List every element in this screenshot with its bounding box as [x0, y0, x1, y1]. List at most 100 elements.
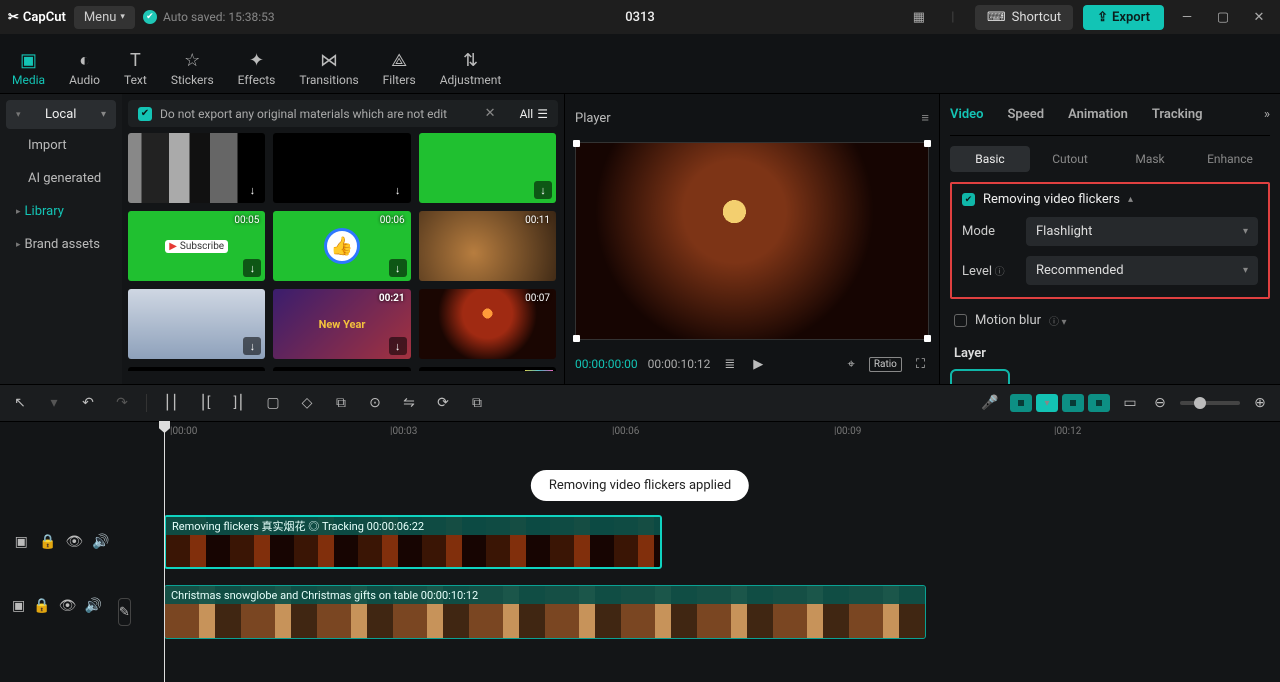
motion-checkbox[interactable]	[954, 314, 967, 327]
split-left-tool[interactable]: ⎮[	[195, 395, 215, 411]
flicker-checkbox[interactable]: ✔	[962, 193, 975, 206]
focus-icon[interactable]: ⌖	[844, 357, 859, 372]
download-icon[interactable]: ↓	[243, 259, 261, 277]
media-thumb[interactable]: 00:05Subscribe↓	[128, 211, 265, 281]
media-thumb[interactable]: 00:21New Year↓	[273, 289, 410, 359]
media-thumb[interactable]: ↓	[128, 133, 265, 203]
track-expand-icon[interactable]: ▣	[12, 598, 25, 626]
filter-all[interactable]: All ☰	[512, 107, 548, 121]
sidebar-item-library[interactable]: ▸Library	[6, 195, 116, 228]
magnet-4[interactable]	[1088, 394, 1110, 412]
subtab-basic[interactable]: Basic	[950, 146, 1030, 172]
tab-text[interactable]: TText	[124, 49, 147, 93]
tab-audio[interactable]: ◐Audio	[69, 49, 100, 93]
track-eye-icon[interactable]: 👁	[59, 598, 77, 626]
layout-icon[interactable]: ▦	[907, 10, 931, 25]
layer-chip[interactable]: 1	[950, 369, 1010, 384]
resize-handle[interactable]	[573, 335, 580, 342]
tab-transitions[interactable]: ⋈Transitions	[299, 49, 358, 93]
media-thumb[interactable]: 00:06👍↓	[273, 211, 410, 281]
player-menu-icon[interactable]: ≡	[921, 110, 929, 126]
tab-media[interactable]: ▣Media	[12, 49, 45, 93]
shortcut-button[interactable]: ⌨ Shortcut	[975, 5, 1073, 30]
minimize-button[interactable]: —	[1174, 10, 1200, 25]
zoom-out-icon[interactable]: ⊖	[1150, 395, 1170, 411]
playhead[interactable]	[164, 422, 165, 682]
zoom-in-icon[interactable]: ⊕	[1250, 395, 1270, 411]
clip-christmas[interactable]: Christmas snowglobe and Christmas gifts …	[164, 585, 926, 639]
resize-handle[interactable]	[924, 140, 931, 147]
download-icon[interactable]: ↓	[389, 337, 407, 355]
media-thumb[interactable]: 00:28	[128, 367, 265, 371]
magnet-2[interactable]	[1036, 394, 1058, 412]
download-icon[interactable]: ↓	[243, 181, 261, 199]
marker-tool[interactable]: ◇	[297, 395, 317, 411]
collapse-icon[interactable]: ▴	[1128, 194, 1133, 205]
media-thumb[interactable]: 00:11	[419, 211, 556, 281]
track-mute-icon[interactable]: 🔊	[92, 534, 111, 550]
cursor-tool[interactable]: ↖	[10, 395, 30, 411]
subtab-mask[interactable]: Mask	[1110, 146, 1190, 172]
media-thumb[interactable]: 00:04	[273, 367, 410, 371]
level-select[interactable]: Recommended	[1026, 256, 1258, 285]
split-right-tool[interactable]: ]⎮	[229, 395, 249, 411]
redo-button[interactable]: ↷	[112, 395, 132, 411]
preview-mode-icon[interactable]: ▭	[1120, 395, 1140, 411]
magnet-1[interactable]	[1010, 394, 1032, 412]
mic-icon[interactable]: 🎤	[980, 395, 1000, 411]
magnet-3[interactable]	[1062, 394, 1084, 412]
download-icon[interactable]: ↓	[243, 337, 261, 355]
notice-close[interactable]: ✕	[477, 106, 504, 121]
track-eye-icon[interactable]: 👁	[65, 534, 84, 550]
subtab-cutout[interactable]: Cutout	[1030, 146, 1110, 172]
list-icon[interactable]: ≣	[720, 357, 739, 372]
prop-tab-video[interactable]: Video	[950, 107, 984, 122]
time-ruler[interactable]: |00:00|00:03|00:06|00:09|00:12	[0, 422, 1280, 444]
track-expand-icon[interactable]: ▣	[12, 534, 31, 550]
sidebar-item-local[interactable]: ▾Local	[6, 100, 116, 129]
sidebar-item-brand[interactable]: ▸Brand assets	[6, 228, 116, 261]
track-lock-icon[interactable]: 🔒	[39, 534, 58, 550]
fullscreen-icon[interactable]: ⛶	[912, 357, 929, 372]
resize-handle[interactable]	[573, 140, 580, 147]
prop-tab-animation[interactable]: Animation	[1068, 107, 1128, 122]
prop-tab-speed[interactable]: Speed	[1008, 107, 1045, 122]
ratio-button[interactable]: Ratio	[869, 357, 902, 372]
sidebar-item-import[interactable]: Import	[6, 129, 116, 162]
media-thumb[interactable]: 00:07	[419, 289, 556, 359]
more-tabs-icon[interactable]: »	[1264, 107, 1270, 122]
cursor-dropdown[interactable]: ▾	[44, 395, 64, 411]
track-mute-icon[interactable]: 🔊	[84, 598, 101, 626]
track-lock-icon[interactable]: 🔒	[33, 598, 50, 626]
speed-tool[interactable]: ⊙	[365, 395, 385, 411]
mirror-tool[interactable]: ⇋	[399, 395, 419, 411]
undo-button[interactable]: ↶	[78, 395, 98, 411]
play-button[interactable]: ▶	[749, 357, 767, 372]
prop-tab-tracking[interactable]: Tracking	[1152, 107, 1203, 122]
track-edit-icon[interactable]: ✎	[118, 598, 131, 626]
clip-flickers[interactable]: Removing flickers 真实烟花 ◎ Tracking 00:00:…	[164, 515, 662, 569]
download-icon[interactable]: ↓	[389, 259, 407, 277]
motion-blur-row[interactable]: Motion blurⓘ ▾	[950, 307, 1270, 334]
tab-stickers[interactable]: ☆Stickers	[171, 49, 214, 93]
timeline[interactable]: |00:00|00:03|00:06|00:09|00:12 Removing …	[0, 422, 1280, 682]
crop-tool[interactable]: ▢	[263, 395, 283, 411]
media-thumb[interactable]: ↓	[273, 133, 410, 203]
download-icon[interactable]: ↓	[534, 181, 552, 199]
tab-filters[interactable]: ⟁Filters	[383, 49, 416, 93]
export-button[interactable]: ⇪ Export	[1083, 5, 1164, 30]
rotate-tool[interactable]: ⟳	[433, 395, 453, 411]
split-tool[interactable]: ⎮⎮	[161, 395, 181, 411]
menu-button[interactable]: Menu	[74, 6, 135, 29]
maximize-button[interactable]: ▢	[1210, 10, 1236, 25]
resize-handle[interactable]	[924, 335, 931, 342]
zoom-slider[interactable]	[1180, 401, 1240, 405]
media-thumb[interactable]: 00:01	[419, 367, 556, 371]
frames-tool[interactable]: ⧉	[331, 395, 351, 411]
mode-select[interactable]: Flashlight	[1026, 217, 1258, 246]
crop2-tool[interactable]: ⧉	[467, 395, 487, 411]
tab-adjustment[interactable]: ⇅Adjustment	[440, 49, 502, 93]
preview-canvas[interactable]	[575, 142, 929, 340]
subtab-enhance[interactable]: Enhance	[1190, 146, 1270, 172]
sidebar-item-ai[interactable]: AI generated	[6, 162, 116, 195]
